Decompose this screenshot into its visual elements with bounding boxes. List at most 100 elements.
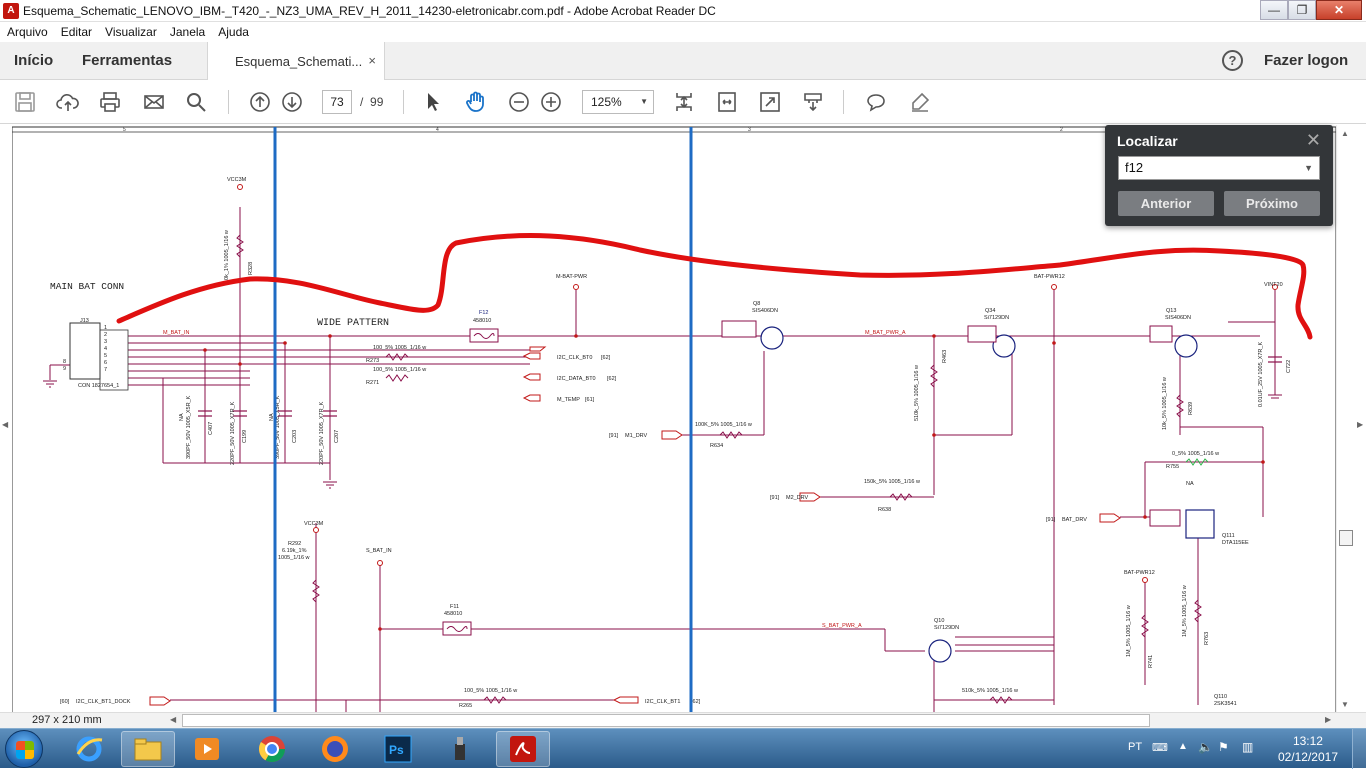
find-previous-button[interactable]: Anterior	[1118, 191, 1214, 216]
menu-editar[interactable]: Editar	[54, 25, 98, 39]
help-icon[interactable]: ?	[1222, 50, 1243, 71]
tab-home[interactable]: Início	[14, 52, 53, 69]
zoom-out-icon[interactable]	[506, 89, 532, 115]
menu-janela[interactable]: Janela	[163, 25, 211, 39]
find-query: f12	[1125, 160, 1144, 175]
fit-page-icon[interactable]	[714, 89, 740, 115]
zoom-select[interactable]: 125% ▼	[582, 90, 654, 114]
svg-text:220PF_50V 1005_X7R_K: 220PF_50V 1005_X7R_K	[230, 401, 236, 465]
menu-ajuda[interactable]: Ajuda	[211, 25, 255, 39]
svg-text:8: 8	[63, 359, 66, 365]
svg-text:R634: R634	[710, 443, 723, 449]
horizontal-scrollbar[interactable]	[182, 714, 1150, 727]
menu-visualizar[interactable]: Visualizar	[98, 25, 163, 39]
flag-icon[interactable]: ⚑	[1218, 740, 1229, 754]
svg-text:[61]: [61]	[585, 397, 595, 403]
usb-device-icon[interactable]	[433, 731, 487, 767]
svg-text:[60]: [60]	[60, 699, 70, 705]
svg-text:R638: R638	[878, 507, 891, 513]
svg-text:Q10: Q10	[934, 618, 944, 624]
svg-text:SIS406DN: SIS406DN	[752, 308, 778, 314]
svg-text:R741: R741	[1148, 655, 1154, 668]
page-down-icon[interactable]	[279, 89, 305, 115]
tray-expand-icon[interactable]: ▲	[1178, 741, 1188, 752]
file-explorer-icon[interactable]	[121, 731, 175, 767]
chrome-icon[interactable]	[245, 731, 299, 767]
svg-text:J13: J13	[80, 318, 89, 324]
page-number-input[interactable]: 73	[322, 90, 352, 114]
close-button[interactable]: ✕	[1316, 0, 1362, 20]
save-icon[interactable]	[12, 89, 38, 115]
page-up-icon[interactable]	[247, 89, 273, 115]
left-arrow-icon[interactable]: ◀	[2, 420, 8, 429]
mosfet-q10	[928, 639, 952, 663]
volume-icon[interactable]: 🔈	[1198, 740, 1213, 754]
keyboard-icon[interactable]: ⌨	[1152, 741, 1168, 754]
toolbar-separator	[843, 90, 844, 114]
vertical-scrollbar-thumb[interactable]	[1339, 530, 1353, 546]
minimize-button[interactable]: —	[1260, 0, 1288, 20]
cloud-upload-icon[interactable]	[55, 89, 81, 115]
login-button[interactable]: Fazer logon	[1264, 52, 1348, 69]
svg-text:M-BAT-PWR: M-BAT-PWR	[556, 274, 587, 280]
menu-arquivo[interactable]: Arquivo	[0, 25, 54, 39]
svg-text:R755: R755	[1166, 464, 1179, 470]
internet-explorer-icon[interactable]	[62, 731, 116, 767]
chevron-down-icon[interactable]: ▼	[1304, 157, 1313, 179]
svg-text:0.01UF_25V 1005_X7R_K: 0.01UF_25V 1005_X7R_K	[1258, 342, 1264, 407]
photoshop-icon[interactable]: Ps	[371, 731, 425, 767]
svg-text:100_5% 1005_1/16 w: 100_5% 1005_1/16 w	[464, 688, 517, 694]
scroll-right-icon[interactable]: ▶	[1325, 715, 1331, 724]
svg-text:100K_5% 1005_1/16 w: 100K_5% 1005_1/16 w	[695, 422, 752, 428]
scroll-up-icon[interactable]: ▲	[1341, 129, 1349, 138]
svg-text:M1_DRV: M1_DRV	[625, 433, 648, 439]
read-mode-icon[interactable]	[800, 89, 826, 115]
scroll-left-icon[interactable]: ◀	[170, 715, 176, 724]
svg-text:NA: NA	[179, 413, 185, 421]
svg-text:[91]: [91]	[609, 433, 619, 439]
select-arrow-icon[interactable]	[420, 89, 446, 115]
comment-icon[interactable]	[863, 89, 889, 115]
print-icon[interactable]	[97, 89, 123, 115]
svg-text:R271: R271	[366, 380, 379, 386]
tab-document[interactable]: Esquema_Schemati... ×	[207, 42, 385, 81]
start-button[interactable]	[5, 730, 43, 768]
show-desktop-button[interactable]	[1352, 729, 1366, 769]
zoom-value: 125%	[591, 95, 622, 109]
svg-text:NA: NA	[1186, 481, 1194, 487]
right-arrow-icon[interactable]: ▶	[1357, 420, 1363, 429]
find-close-icon[interactable]: ✕	[1306, 130, 1321, 151]
svg-text:C407: C407	[208, 422, 214, 435]
tab-close-icon[interactable]: ×	[368, 53, 376, 68]
window-controls: — ❐ ✕	[1260, 0, 1362, 20]
media-player-icon[interactable]	[180, 731, 234, 767]
full-screen-icon[interactable]	[757, 89, 783, 115]
find-next-button[interactable]: Próximo	[1224, 191, 1320, 216]
find-input[interactable]: f12 ▼	[1118, 156, 1320, 180]
language-indicator[interactable]: PT	[1128, 741, 1142, 753]
network-icon[interactable]: ▥	[1242, 740, 1253, 754]
email-icon[interactable]	[141, 89, 167, 115]
tab-tools[interactable]: Ferramentas	[82, 52, 172, 69]
maximize-button[interactable]: ❐	[1288, 0, 1316, 20]
chevron-down-icon: ▼	[640, 97, 648, 106]
scroll-down-icon[interactable]: ▼	[1341, 700, 1349, 709]
svg-text:CON 1827654_1: CON 1827654_1	[78, 383, 119, 389]
acrobat-reader-icon[interactable]	[496, 731, 550, 767]
highlight-pen-icon[interactable]	[907, 89, 933, 115]
hand-tool-icon[interactable]	[463, 89, 489, 115]
svg-text:VCC3M: VCC3M	[227, 177, 247, 183]
scroll-mode-icon[interactable]	[671, 89, 697, 115]
zoom-in-icon[interactable]	[538, 89, 564, 115]
find-title: Localizar	[1117, 133, 1178, 149]
svg-text:R639: R639	[1188, 402, 1194, 415]
ruler-mark: 5	[123, 127, 126, 133]
firefox-icon[interactable]	[308, 731, 362, 767]
svg-text:I2C_DATA_BT0: I2C_DATA_BT0	[557, 376, 596, 382]
svg-text:Q111: Q111	[1222, 533, 1235, 539]
svg-text:I2C_CLK_BT1_DOCK: I2C_CLK_BT1_DOCK	[76, 699, 131, 705]
mosfet-q13	[1174, 334, 1198, 358]
clock[interactable]: 13:12 02/12/2017	[1278, 733, 1338, 765]
search-icon[interactable]	[183, 89, 209, 115]
tab-bar: Início Ferramentas Esquema_Schemati... ×…	[0, 42, 1366, 81]
